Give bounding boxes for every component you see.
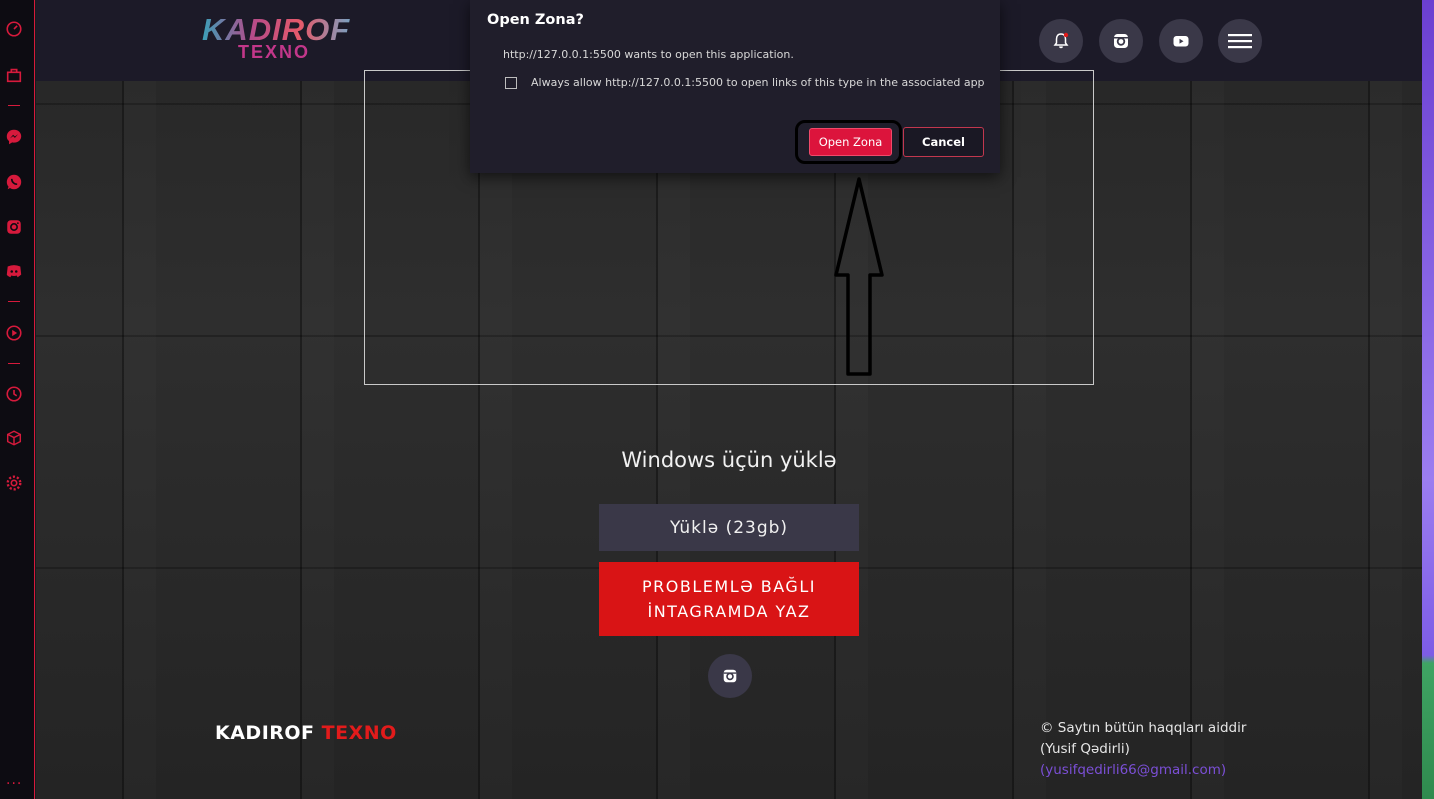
play-icon[interactable] <box>5 324 23 342</box>
report-problem-button[interactable]: PROBLEMLƏ BAĞLI İNTAGRAMDA YAZ <box>599 562 859 636</box>
annotation-arrow <box>834 177 884 376</box>
dialog-title: Open Zona? <box>487 12 584 28</box>
whatsapp-icon[interactable] <box>5 173 23 191</box>
instagram-icon <box>723 669 737 683</box>
cancel-button[interactable]: Cancel <box>903 127 984 157</box>
report-problem-line2: İNTAGRAMDA YAZ <box>647 602 811 621</box>
instagram-icon <box>1114 34 1128 48</box>
download-button[interactable]: Yüklə (23gb) <box>599 504 859 551</box>
clock-icon[interactable] <box>5 385 23 403</box>
windows-download-title: Windows üçün yüklə <box>621 448 837 472</box>
shop-icon[interactable] <box>5 66 23 84</box>
email-link[interactable]: (yusifqedirli66@gmail.com) <box>1040 760 1300 781</box>
open-app-dialog: Open Zona? http://127.0.0.1:5500 wants t… <box>470 0 1000 173</box>
instagram-button[interactable] <box>1099 19 1143 63</box>
dialog-message: http://127.0.0.1:5500 wants to open this… <box>503 48 794 61</box>
always-allow-label[interactable]: Always allow http://127.0.0.1:5500 to op… <box>531 76 985 89</box>
bell-icon <box>1053 32 1069 49</box>
footer-instagram-button[interactable] <box>708 654 752 698</box>
footer-brand-red: TEXNO <box>321 722 397 744</box>
sidebar-divider <box>8 363 20 364</box>
copyright-text: © Saytın bütün haqqları aiddir <box>1040 720 1247 736</box>
scrollbar[interactable] <box>1422 0 1434 799</box>
discord-icon[interactable] <box>5 262 23 280</box>
cube-icon[interactable] <box>5 429 23 447</box>
site-logo[interactable]: KADIROF TEXNO <box>202 12 349 67</box>
footer-brand-white: KADIROF <box>215 722 315 744</box>
settings-icon[interactable] <box>5 474 23 492</box>
messenger-icon[interactable] <box>5 128 23 146</box>
youtube-button[interactable] <box>1159 19 1203 63</box>
copyright-block: © Saytın bütün haqqları aiddir (Yusif Qə… <box>1040 718 1300 781</box>
open-zona-button[interactable]: Open Zona <box>809 128 892 156</box>
more-dots[interactable]: ... <box>6 772 22 788</box>
youtube-icon <box>1173 36 1189 47</box>
sidebar: ... <box>0 0 35 799</box>
instagram-icon[interactable] <box>5 218 23 236</box>
logo-text-bottom: TEXNO <box>238 42 311 62</box>
menu-icon <box>1228 34 1252 49</box>
footer-brand: KADIROF TEXNO <box>215 722 397 744</box>
always-allow-row[interactable]: Always allow http://127.0.0.1:5500 to op… <box>505 76 985 89</box>
sidebar-divider <box>8 301 20 302</box>
dashboard-icon[interactable] <box>5 20 23 38</box>
menu-button[interactable] <box>1218 19 1262 63</box>
report-problem-line1: PROBLEMLƏ BAĞLI <box>642 577 816 596</box>
author-text: (Yusif Qədirli) <box>1040 741 1130 757</box>
sidebar-divider <box>8 105 20 106</box>
notification-button[interactable] <box>1039 19 1083 63</box>
always-allow-checkbox[interactable] <box>505 76 517 89</box>
